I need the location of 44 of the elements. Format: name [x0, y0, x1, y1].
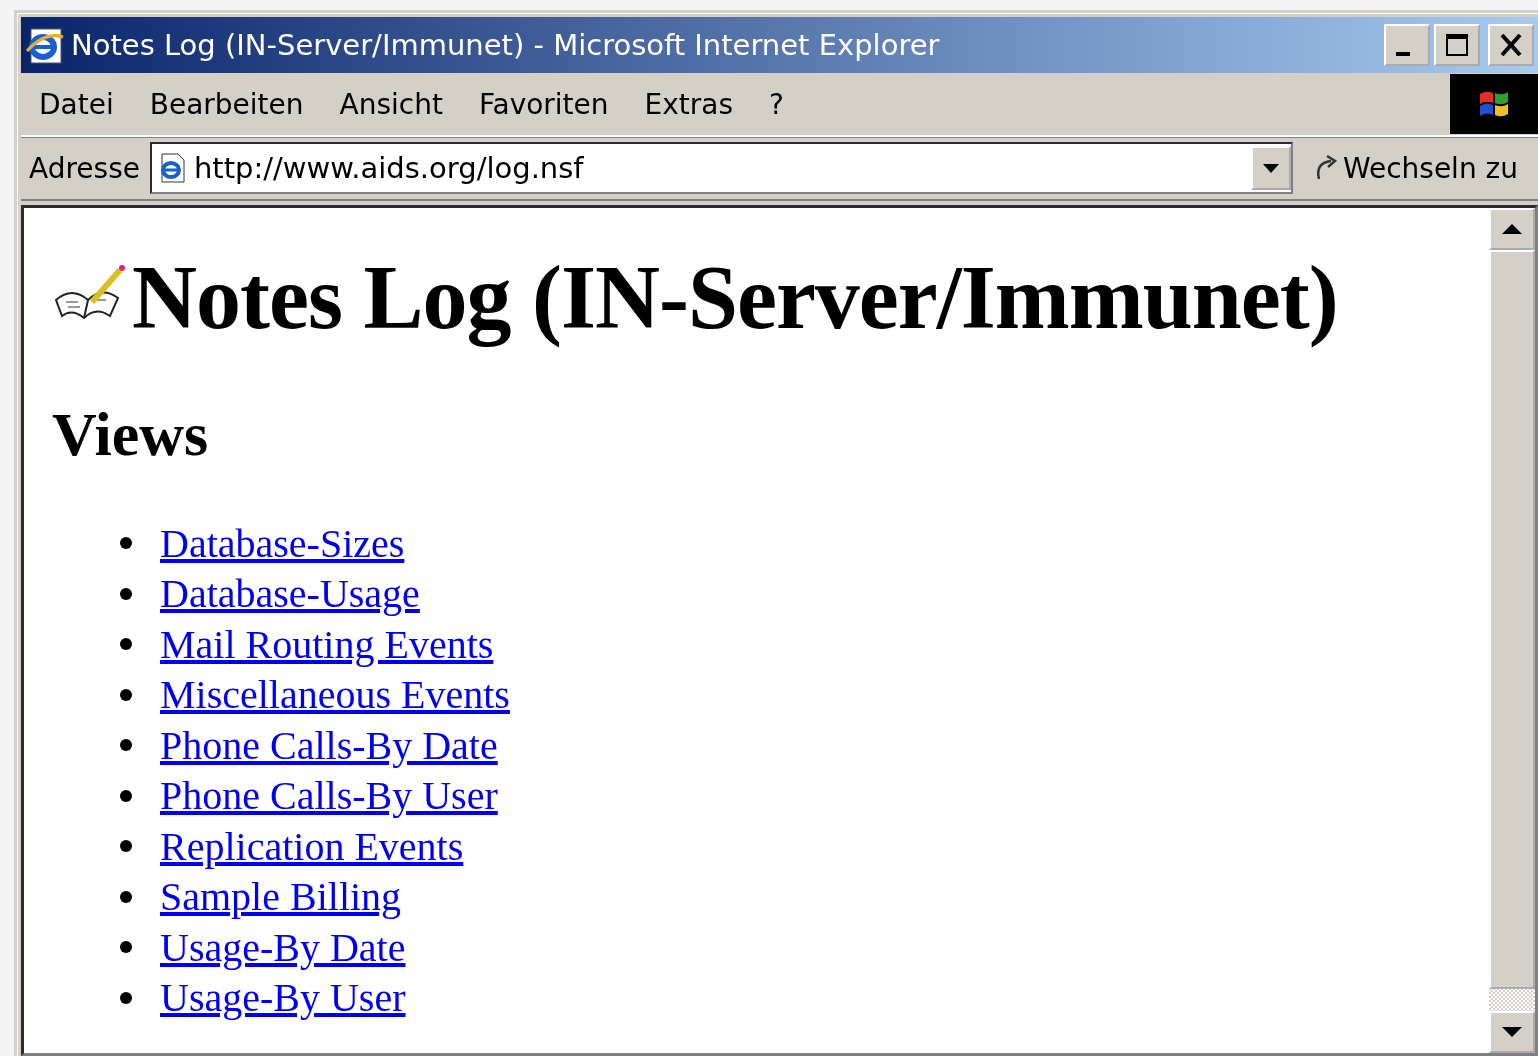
address-field[interactable]: http://www.aids.org/log.nsf — [149, 142, 1293, 194]
bullet-icon — [120, 587, 132, 600]
menu-item[interactable]: Ansicht — [339, 87, 443, 121]
bullet-icon — [120, 537, 132, 550]
window-title: Notes Log (IN-Server/Immunet) - Microsoft Internet Explorer — [71, 28, 941, 62]
view-link[interactable]: Phone Calls-By Date — [160, 721, 498, 769]
go-button[interactable]: Wechseln zu — [1302, 151, 1538, 185]
minimize-button[interactable] — [1384, 24, 1430, 66]
caret-icon — [1260, 162, 1281, 174]
address-label: Adresse — [29, 151, 140, 185]
menu-item[interactable]: Datei — [39, 87, 114, 121]
view-link[interactable]: Usage-By Date — [160, 923, 406, 971]
view-link[interactable]: Sample Billing — [160, 873, 402, 921]
page-heading: Notes Log (IN-Server/Immunet) — [132, 247, 1338, 349]
scroll-up-button[interactable] — [1489, 208, 1535, 250]
up-triangle-icon — [1501, 223, 1523, 235]
minimize-icon — [1396, 52, 1410, 56]
close-button[interactable] — [1488, 24, 1534, 66]
browser-logo-icon — [25, 25, 65, 65]
view-link[interactable]: Miscellaneous Events — [160, 671, 510, 719]
menu-item[interactable]: Favoriten — [478, 87, 609, 121]
view-link[interactable]: Database-Sizes — [160, 519, 405, 567]
view-link[interactable]: Database-Usage — [160, 570, 420, 618]
address-text: http://www.aids.org/log.nsf — [192, 151, 585, 185]
bullet-icon — [120, 789, 132, 802]
view-link[interactable]: Replication Events — [160, 822, 464, 870]
view-link[interactable]: Usage-By User — [160, 974, 406, 1022]
bullet-icon — [120, 638, 132, 651]
down-triangle-icon — [1501, 1026, 1523, 1038]
view-link[interactable]: Phone Calls-By User — [160, 772, 498, 820]
bullet-icon — [120, 840, 132, 853]
bullet-icon — [120, 890, 132, 903]
bullet-icon — [120, 688, 132, 701]
dropdown-button[interactable] — [1250, 146, 1291, 190]
bullet-icon — [120, 991, 132, 1004]
menu-item[interactable]: Bearbeiten — [149, 87, 304, 121]
bullet-icon — [120, 941, 132, 954]
menu-item[interactable]: ? — [769, 87, 784, 121]
view-link[interactable]: Mail Routing Events — [160, 620, 494, 668]
menu-item[interactable]: Extras — [644, 87, 734, 121]
maximize-button[interactable] — [1434, 24, 1480, 66]
section-heading: Views — [52, 399, 210, 470]
bullet-icon — [120, 739, 132, 752]
scroll-down-button[interactable] — [1489, 1011, 1535, 1053]
